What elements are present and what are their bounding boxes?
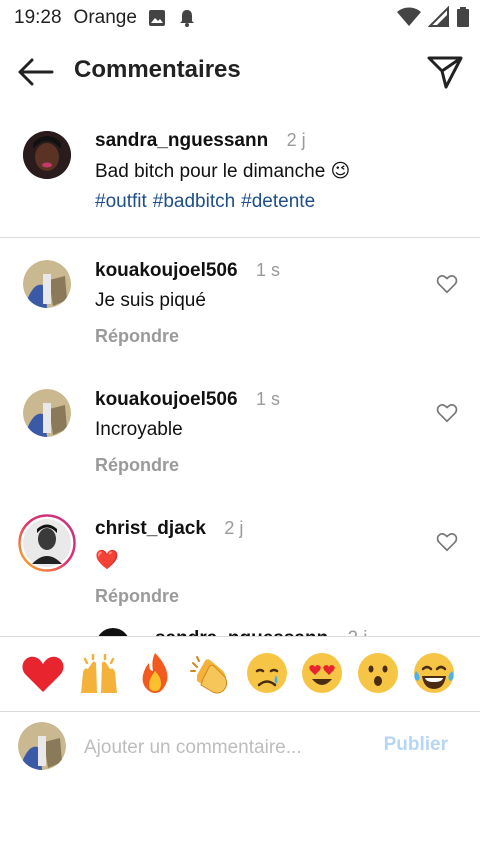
caption-time: 2 j — [286, 130, 306, 150]
hashtag-link[interactable]: #outfit — [95, 191, 147, 212]
avatar[interactable] — [23, 260, 71, 308]
caption-username[interactable]: sandra_nguessann — [95, 130, 268, 151]
like-heart-icon[interactable] — [436, 273, 458, 295]
emoji-quick-bar — [0, 636, 480, 712]
comment-content: kouakoujoel506 1 s Je suis piqué Répondr… — [95, 258, 280, 347]
avatar — [18, 722, 66, 770]
clipped-time: 2 j — [347, 628, 367, 636]
comment-time: 2 j — [224, 518, 244, 538]
emoji-raising-hands-icon[interactable] — [75, 649, 123, 697]
comment-username[interactable]: kouakoujoel506 — [95, 389, 238, 410]
emoji-crying-face-icon[interactable] — [243, 649, 291, 697]
comment-text: Je suis piqué — [95, 290, 206, 311]
post-caption: sandra_nguessann 2 j Bad bitch pour le d… — [0, 120, 480, 238]
hashtag-link[interactable]: #detente — [241, 191, 315, 212]
gallery-notification-icon — [147, 8, 167, 28]
page-title: Commentaires — [74, 56, 241, 83]
comment-input[interactable] — [82, 732, 376, 764]
comment-item: kouakoujoel506 1 s Incroyable Répondre — [0, 387, 480, 507]
avatar — [96, 628, 130, 636]
emoji-tears-of-joy-icon[interactable] — [410, 649, 458, 697]
status-carrier: Orange — [73, 7, 137, 28]
reply-button[interactable]: Répondre — [95, 326, 280, 347]
bell-notification-icon — [177, 8, 197, 28]
hashtag-link[interactable]: #badbitch — [153, 191, 235, 212]
back-arrow-icon[interactable] — [16, 56, 56, 88]
emoji-fire-icon[interactable] — [131, 649, 179, 697]
comment-item: kouakoujoel506 1 s Je suis piqué Répondr… — [0, 258, 480, 378]
status-bar: 19:28 Orange — [0, 0, 480, 36]
emoji-clapping-hands-icon[interactable] — [187, 649, 235, 697]
comment-item: christ_djack 2 j ❤️ Répondre — [0, 514, 480, 636]
comment-composer: Publier — [0, 710, 480, 784]
comment-content: christ_djack 2 j ❤️ Répondre — [95, 516, 243, 607]
comment-time: 1 s — [256, 389, 281, 409]
clipped-comment: sandra_nguessann 2 j — [0, 626, 480, 636]
status-right — [396, 5, 470, 34]
status-time: 19:28 — [14, 7, 62, 28]
clipped-username: sandra_nguessann — [155, 628, 328, 636]
reply-button[interactable]: Répondre — [95, 455, 280, 476]
emoji-red-heart-icon[interactable] — [19, 649, 67, 697]
battery-icon — [456, 6, 470, 34]
signal-icon — [427, 5, 450, 34]
comment-text: Incroyable — [95, 419, 183, 440]
avatar[interactable] — [23, 131, 71, 179]
comment-content: kouakoujoel506 1 s Incroyable Répondre — [95, 387, 280, 476]
post-button[interactable]: Publier — [384, 734, 448, 756]
comment-time: 1 s — [256, 260, 281, 280]
emoji-heart-eyes-icon[interactable] — [298, 649, 346, 697]
send-icon[interactable] — [426, 54, 464, 90]
story-ring-avatar[interactable] — [18, 514, 76, 572]
reply-button[interactable]: Répondre — [95, 586, 243, 607]
like-heart-icon[interactable] — [436, 402, 458, 424]
comment-username[interactable]: kouakoujoel506 — [95, 260, 238, 281]
wifi-icon — [396, 6, 422, 34]
header: Commentaires — [0, 44, 480, 100]
like-heart-icon[interactable] — [436, 531, 458, 553]
comment-username[interactable]: christ_djack — [95, 518, 206, 539]
avatar[interactable] — [23, 389, 71, 437]
caption-hashtags: #outfit #badbitch #detente — [95, 191, 350, 213]
comment-text: ❤️ — [95, 550, 119, 571]
caption-text: Bad bitch pour le dimanche 😉 — [95, 161, 351, 182]
emoji-surprised-face-icon[interactable] — [354, 649, 402, 697]
